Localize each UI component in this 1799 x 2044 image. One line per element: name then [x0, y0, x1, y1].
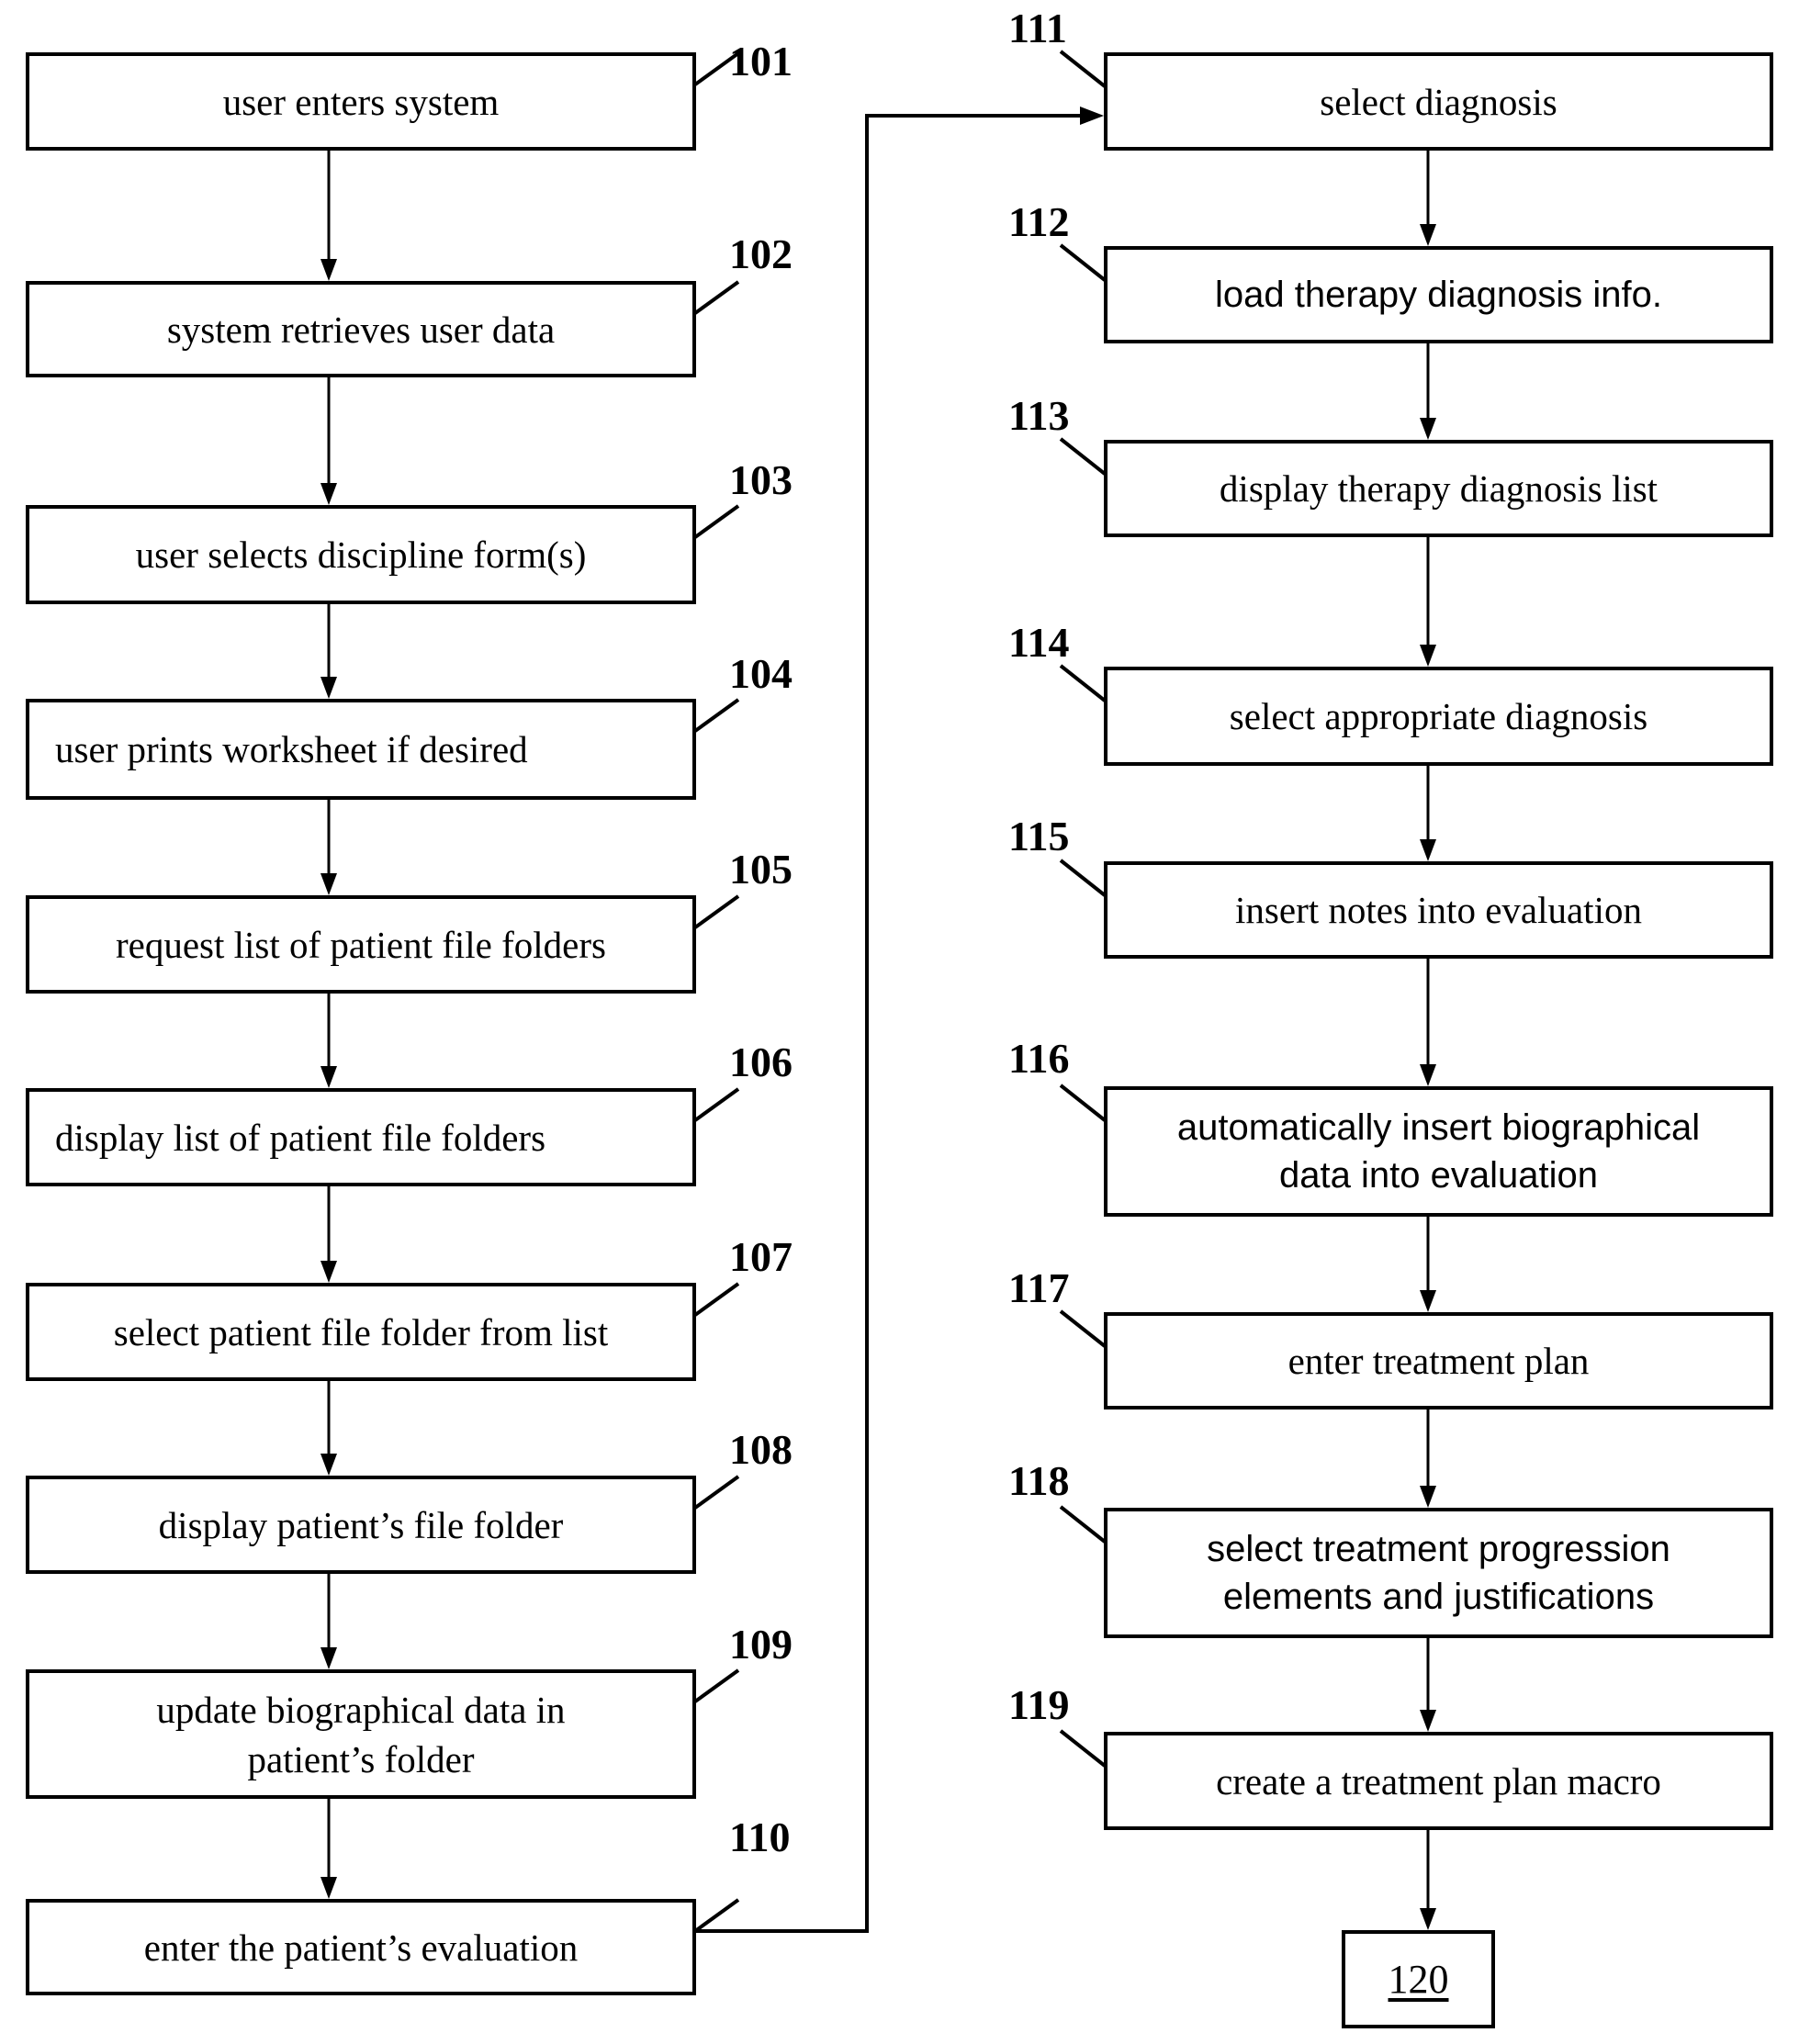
step-110-text: enter the patient’s evaluation [143, 1926, 579, 1969]
step-117-ref: 117 [1008, 1264, 1070, 1311]
leader-line-116 [1059, 1084, 1107, 1122]
step-114-text: select appropriate diagnosis [1229, 695, 1648, 737]
step-114-ref: 114 [1008, 619, 1070, 666]
step-108-text: display patient’s file folder [158, 1503, 564, 1546]
step-101-text: user enters system [222, 80, 500, 123]
step-106-text: display list of patient file folders [55, 1116, 546, 1159]
step-119-text: create a treatment plan macro [1216, 1759, 1661, 1803]
step-119-ref: 119 [1008, 1681, 1070, 1728]
step-118-box: select treatment progression elements an… [1104, 1508, 1773, 1638]
step-116-ref: 116 [1008, 1035, 1070, 1082]
leader-line-109 [693, 1668, 740, 1703]
step-117-box: enter treatment plan [1104, 1312, 1773, 1409]
step-103-ref: 103 [729, 456, 793, 503]
step-101-box: user enters system [26, 52, 696, 151]
leader-line-114 [1059, 664, 1107, 702]
step-106-box: display list of patient file folders [26, 1088, 696, 1186]
leader-line-107 [693, 1282, 740, 1317]
step-109-ref: 109 [729, 1621, 793, 1668]
leader-line-110 [693, 1898, 740, 1933]
arrow-114-115-arrowhead-icon [1420, 839, 1436, 861]
flowchart: user enters system 101 system retrieves … [0, 0, 1799, 2044]
arrow-113-114-arrowhead-icon [1420, 645, 1436, 667]
step-115-box: insert notes into evaluation [1104, 861, 1773, 959]
step-102-ref: 102 [729, 230, 793, 277]
step-112-ref: 112 [1008, 198, 1070, 245]
leader-line-119 [1059, 1729, 1107, 1768]
connector-110-111-arrowhead-icon [1080, 107, 1104, 125]
arrow-109-110-arrowhead-icon [320, 1877, 337, 1899]
step-104-ref: 104 [729, 650, 793, 697]
step-118-ref: 118 [1008, 1457, 1070, 1504]
step-113-text: display therapy diagnosis list [1219, 467, 1658, 510]
step-107-box: select patient file folder from list [26, 1283, 696, 1381]
arrow-111-112-arrowhead-icon [1420, 224, 1436, 246]
step-114-box: select appropriate diagnosis [1104, 667, 1773, 766]
arrow-105-106-arrowhead-icon [320, 1066, 337, 1088]
step-117-text: enter treatment plan [1287, 1340, 1590, 1382]
step-115-text: insert notes into evaluation [1235, 889, 1642, 931]
step-111-text: select diagnosis [1320, 80, 1557, 123]
leader-line-115 [1059, 859, 1107, 897]
arrow-101-102-arrowhead-icon [320, 259, 337, 281]
leader-line-118 [1059, 1505, 1107, 1544]
step-102-text: system retrieves user data [166, 308, 556, 351]
step-102-box: system retrieves user data [26, 281, 696, 377]
terminal-120-label: 120 [1388, 1956, 1449, 2002]
step-113-ref: 113 [1008, 392, 1070, 439]
arrow-104-105-arrowhead-icon [320, 873, 337, 895]
step-107-text: select patient file folder from list [113, 1310, 609, 1353]
leader-line-105 [693, 894, 740, 929]
step-105-text: request list of patient file folders [116, 923, 606, 966]
arrow-115-116-arrowhead-icon [1420, 1064, 1436, 1086]
step-113-box: display therapy diagnosis list [1104, 440, 1773, 537]
step-101-ref: 101 [729, 38, 793, 84]
step-107-ref: 107 [729, 1233, 793, 1280]
arrow-112-113-arrowhead-icon [1420, 418, 1436, 440]
leader-line-103 [693, 504, 740, 539]
arrow-106-107-arrowhead-icon [320, 1261, 337, 1283]
step-110-ref: 110 [729, 1814, 791, 1860]
step-116-box: automatically insert biographical data i… [1104, 1086, 1773, 1217]
leader-line-112 [1059, 243, 1107, 282]
step-109-text: update biographical data in patient’s fo… [156, 1688, 566, 1780]
step-110-box: enter the patient’s evaluation [26, 1899, 696, 1995]
leader-line-102 [693, 280, 740, 315]
arrow-108-109-arrowhead-icon [320, 1647, 337, 1669]
arrow-118-119-arrowhead-icon [1420, 1710, 1436, 1732]
arrow-107-108-arrowhead-icon [320, 1454, 337, 1476]
leader-line-104 [693, 698, 740, 733]
step-104-text: user prints worksheet if desired [55, 728, 528, 770]
step-112-text: load therapy diagnosis info. [1215, 275, 1662, 315]
step-112-box: load therapy diagnosis info. [1104, 246, 1773, 343]
step-106-ref: 106 [729, 1039, 793, 1085]
arrow-102-103-arrowhead-icon [320, 483, 337, 505]
leader-line-117 [1059, 1309, 1107, 1348]
step-109-box: update biographical data in patient’s fo… [26, 1669, 696, 1799]
leader-line-108 [693, 1475, 740, 1510]
step-111-box: select diagnosis [1104, 52, 1773, 151]
arrow-117-118-arrowhead-icon [1420, 1486, 1436, 1508]
step-111-ref: 111 [1008, 5, 1067, 51]
arrow-103-104-arrowhead-icon [320, 677, 337, 699]
step-115-ref: 115 [1008, 813, 1070, 859]
step-119-box: create a treatment plan macro [1104, 1732, 1773, 1830]
leader-line-113 [1059, 437, 1107, 476]
leader-line-111 [1059, 50, 1107, 88]
terminal-120-box: 120 [1342, 1930, 1495, 2028]
leader-line-106 [693, 1087, 740, 1122]
step-116-text: automatically insert biographical data i… [1176, 1107, 1701, 1196]
step-104-box: user prints worksheet if desired [26, 699, 696, 800]
arrow-119-120-arrowhead-icon [1420, 1908, 1436, 1930]
step-103-box: user selects discipline form(s) [26, 505, 696, 604]
step-103-text: user selects discipline form(s) [135, 533, 587, 576]
step-105-box: request list of patient file folders [26, 895, 696, 994]
step-118-text: select treatment progression elements an… [1207, 1529, 1670, 1617]
step-108-ref: 108 [729, 1426, 793, 1473]
step-105-ref: 105 [729, 846, 793, 893]
arrow-116-117-arrowhead-icon [1420, 1290, 1436, 1312]
step-108-box: display patient’s file folder [26, 1476, 696, 1574]
